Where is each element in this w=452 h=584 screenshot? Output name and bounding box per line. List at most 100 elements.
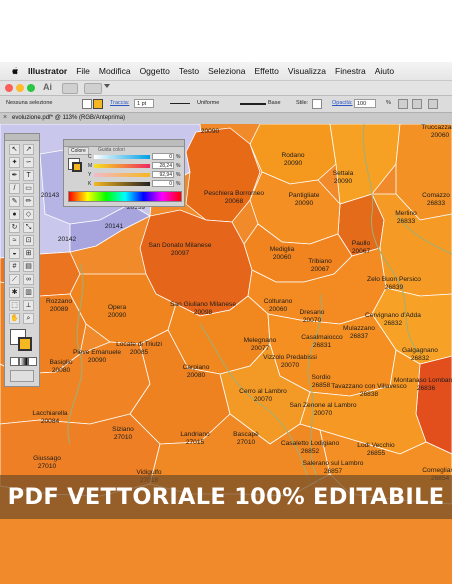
close-window-button[interactable] (5, 84, 13, 92)
town-label[interactable]: Tribiano 20067 (308, 258, 332, 273)
shape-builder-tool-icon[interactable]: ◒ (9, 248, 20, 259)
town-label[interactable]: Locate di Triulzi 20085 (116, 341, 162, 356)
town-label[interactable]: Melegnano 20077 (244, 337, 277, 352)
minimize-window-button[interactable] (16, 84, 24, 92)
menu-visualizza[interactable]: Visualizza (288, 66, 326, 76)
preferences-icon[interactable] (412, 99, 422, 109)
zoom-tool-icon[interactable]: ⌕ (23, 313, 34, 324)
document-setup-icon[interactable] (398, 99, 408, 109)
town-label[interactable]: Mulazzano 26837 (343, 325, 375, 340)
black-slider[interactable] (94, 182, 150, 186)
town-label[interactable]: 20090 (201, 128, 219, 136)
blend-tool-icon[interactable]: ∞ (23, 274, 34, 285)
cyan-value[interactable]: 0 (152, 153, 174, 160)
screen-mode-icon[interactable] (10, 370, 34, 382)
fill-swatch[interactable] (82, 99, 92, 109)
color-spectrum-bar[interactable] (68, 191, 182, 202)
town-label[interactable]: Rodano 20090 (281, 152, 304, 167)
width-tool-icon[interactable]: ≈ (9, 235, 20, 246)
town-label[interactable]: Basiglio 20080 (49, 359, 72, 374)
stroke-weight-input[interactable]: 1 pt (134, 99, 154, 108)
town-label[interactable]: San Donato Milanese 20097 (148, 242, 211, 257)
town-label[interactable]: Lacchiarella 20084 (32, 410, 67, 425)
town-label[interactable]: Truccazzano20060 (421, 124, 452, 139)
paintbrush-tool-icon[interactable]: ✎ (9, 196, 20, 207)
town-label[interactable]: Paullo 20067 (352, 240, 370, 255)
menu-modifica[interactable]: Modifica (99, 66, 131, 76)
magic-wand-tool-icon[interactable]: ✦ (9, 157, 20, 168)
stroke-proxy-swatch[interactable] (72, 162, 82, 172)
brush-select[interactable]: Base (268, 100, 281, 106)
yellow-value[interactable]: 92,94 (152, 171, 174, 178)
menu-aiuto[interactable]: Aiuto (375, 66, 394, 76)
cyan-slider[interactable] (94, 155, 150, 159)
town-label[interactable]: Casalmaiocco 26831 (301, 334, 342, 349)
pencil-tool-icon[interactable]: ✏ (23, 196, 34, 207)
perspective-grid-tool-icon[interactable]: ⊞ (23, 248, 34, 259)
eyedropper-tool-icon[interactable]: ⟋ (9, 274, 20, 285)
scale-tool-icon[interactable]: ⤡ (23, 222, 34, 233)
town-label[interactable]: Sordio 26858 (311, 374, 330, 389)
artboard-tool-icon[interactable]: ⬚ (9, 300, 20, 311)
zoom-window-button[interactable] (27, 84, 35, 92)
opacity-input[interactable]: 100 (354, 99, 376, 108)
rectangle-tool-icon[interactable]: ▭ (23, 183, 34, 194)
apple-icon[interactable] (10, 66, 20, 76)
blob-brush-tool-icon[interactable]: ● (9, 209, 20, 220)
hand-tool-icon[interactable]: ✋ (9, 313, 20, 324)
town-label[interactable]: Cerro al Lambro 20070 (239, 388, 287, 403)
menu-app-name[interactable]: Illustrator (28, 66, 67, 76)
color-panel-header[interactable] (64, 140, 184, 147)
type-tool-icon[interactable]: T (23, 170, 34, 181)
town-label[interactable]: Salerano sul Lambro 26857 (303, 460, 364, 475)
menu-testo[interactable]: Testo (179, 66, 199, 76)
tab-guida-colori[interactable]: Guida colori (98, 147, 125, 153)
selection-tool-icon[interactable]: ↖ (9, 144, 20, 155)
tools-panel-header[interactable] (5, 134, 39, 141)
town-label[interactable]: Merlino 26833 (395, 210, 417, 225)
town-label[interactable]: San Zenone al Lambro 20070 (289, 402, 356, 417)
slice-tool-icon[interactable]: ⟂ (23, 300, 34, 311)
menu-seleziona[interactable]: Seleziona (208, 66, 245, 76)
bridge-icon[interactable] (62, 83, 78, 94)
close-tab-icon[interactable]: × (3, 114, 7, 121)
line-tool-icon[interactable]: / (9, 183, 20, 194)
town-label[interactable]: Vizzolo Predabissi 20070 (263, 354, 317, 369)
column-graph-tool-icon[interactable]: ▥ (23, 287, 34, 298)
town-label[interactable]: Settala 20090 (333, 170, 354, 185)
mesh-tool-icon[interactable]: # (9, 261, 20, 272)
town-label[interactable]: Rozzano 20089 (46, 298, 72, 313)
align-icon[interactable] (428, 99, 438, 109)
magenta-value[interactable]: 28,24 (152, 162, 174, 169)
lasso-tool-icon[interactable]: ∽ (23, 157, 34, 168)
free-transform-tool-icon[interactable]: ⊡ (23, 235, 34, 246)
document-tab-label[interactable]: evoluzione.pdf* @ 113% (RGB/Anteprima) (12, 115, 125, 121)
town-label[interactable]: Galgagnano 26832 (402, 347, 438, 362)
town-label[interactable]: Peschiera Borromeo 20068 (204, 190, 264, 205)
town-label[interactable]: Comazzo 26833 (422, 192, 450, 207)
opacity-link[interactable]: Opacità: (332, 100, 352, 106)
town-label[interactable]: Opera 20090 (108, 304, 126, 319)
color-mode-icon[interactable] (10, 357, 19, 366)
gradient-tool-icon[interactable]: ▤ (23, 261, 34, 272)
eraser-tool-icon[interactable]: ◇ (23, 209, 34, 220)
town-label[interactable]: Casaletto Lodigiano 26852 (281, 440, 339, 455)
gradient-mode-icon[interactable] (19, 357, 28, 366)
black-value[interactable]: 0 (152, 180, 174, 187)
menu-finestra[interactable]: Finestra (335, 66, 366, 76)
style-swatch[interactable] (312, 99, 322, 109)
town-label[interactable]: 20141 (105, 223, 123, 231)
town-label[interactable]: Colturano 20060 (264, 298, 293, 313)
town-label[interactable]: Mediglia 20060 (270, 246, 295, 261)
direct-selection-tool-icon[interactable]: ↗ (23, 144, 34, 155)
town-label[interactable]: Landriano 27015 (180, 431, 209, 446)
pen-tool-icon[interactable]: ✒ (9, 170, 20, 181)
tab-colore[interactable]: Colore (68, 147, 89, 155)
town-label[interactable]: Siziano 27010 (112, 426, 134, 441)
town-label[interactable]: Carpiano 20080 (183, 364, 210, 379)
town-label[interactable]: Dresano 20070 (300, 309, 325, 324)
town-label[interactable]: Tavazzano con Villavesco 26838 (331, 383, 406, 398)
town-label[interactable]: San Giuliano Milanese 20098 (170, 301, 236, 316)
town-label[interactable]: Pieve Emanuele 20090 (73, 349, 121, 364)
symbol-sprayer-tool-icon[interactable]: ✱ (9, 287, 20, 298)
